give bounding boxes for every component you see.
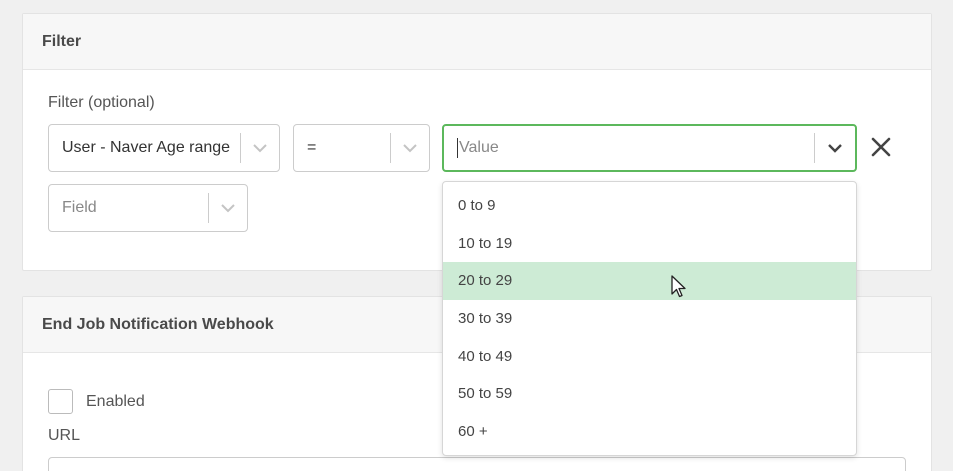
extra-field-select-toggle[interactable] [209, 185, 247, 231]
operator-select-value: = [307, 139, 317, 156]
option-30-to-39[interactable]: 30 to 39 [443, 300, 856, 338]
chevron-down-icon [221, 204, 235, 213]
mouse-pointer-icon [671, 275, 686, 298]
option-20-to-29[interactable]: 20 to 29 [443, 262, 856, 300]
option-0-to-9[interactable]: 0 to 9 [443, 187, 856, 225]
close-icon[interactable] [869, 135, 893, 159]
option-40-to-49[interactable]: 40 to 49 [443, 337, 856, 375]
chevron-down-icon [403, 144, 417, 153]
option-10-to-19[interactable]: 10 to 19 [443, 225, 856, 263]
value-select[interactable]: Value [442, 124, 857, 172]
url-label: URL [48, 427, 81, 444]
text-caret [457, 138, 458, 158]
extra-field-select[interactable]: Field [48, 184, 248, 232]
enabled-checkbox[interactable] [48, 389, 73, 414]
chevron-down-icon [253, 144, 267, 153]
value-dropdown-menu: 0 to 9 10 to 19 20 to 29 30 to 39 40 to … [442, 181, 857, 456]
option-50-to-59[interactable]: 50 to 59 [443, 375, 856, 413]
chevron-down-icon [828, 144, 842, 153]
operator-select-toggle[interactable] [391, 125, 429, 171]
extra-field-select-placeholder: Field [62, 199, 97, 216]
url-input[interactable] [48, 457, 906, 471]
option-60-plus[interactable]: 60 + [443, 413, 856, 451]
value-select-placeholder: Value [459, 139, 499, 157]
enabled-label: Enabled [86, 393, 145, 410]
value-select-input[interactable]: Value [444, 138, 814, 158]
field-select-toggle[interactable] [241, 125, 279, 171]
field-select[interactable]: User - Naver Age range [48, 124, 280, 172]
value-select-toggle[interactable] [815, 126, 855, 170]
filter-label: Filter (optional) [48, 94, 155, 111]
filter-panel-title: Filter [23, 14, 931, 70]
operator-select[interactable]: = [293, 124, 430, 172]
field-select-value: User - Naver Age range [62, 139, 231, 156]
page: Filter Filter (optional) User - Naver Ag… [0, 0, 953, 471]
